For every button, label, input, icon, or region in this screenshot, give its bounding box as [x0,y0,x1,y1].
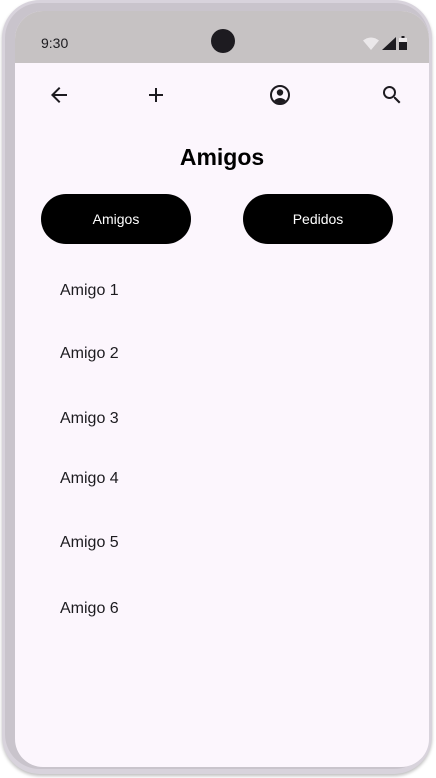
friend-list-item[interactable]: Amigo 1 [60,282,119,300]
status-time: 9:30 [41,35,69,51]
camera-cutout [211,29,235,53]
tab-amigos-label: Amigos [92,211,140,227]
friend-list-item[interactable]: Amigo 3 [60,410,119,428]
back-arrow-icon[interactable] [47,83,71,107]
friend-list-item[interactable]: Amigo 5 [60,534,119,552]
add-icon[interactable] [144,83,168,107]
device-bezel: 9:30 Amigos Amigos Pedidos Amigo 1 Amigo… [5,3,429,769]
status-icons [363,36,407,50]
device-frame: 9:30 Amigos Amigos Pedidos Amigo 1 Amigo… [2,0,432,774]
friend-list-item[interactable]: Amigo 4 [60,470,119,488]
screen: 9:30 Amigos Amigos Pedidos Amigo 1 Amigo… [15,11,429,767]
wifi-icon [363,37,379,50]
friend-list-item[interactable]: Amigo 2 [60,345,119,363]
account-circle-icon[interactable] [268,83,292,107]
status-bar: 9:30 [15,11,429,63]
search-icon[interactable] [380,83,404,107]
cell-signal-icon [382,37,396,50]
page-title: Amigos [179,144,265,170]
tab-pedidos-button[interactable]: Pedidos [243,194,393,244]
battery-icon [399,36,407,50]
tab-pedidos-label: Pedidos [292,211,344,227]
friend-list-item[interactable]: Amigo 6 [60,600,119,618]
tab-amigos-button[interactable]: Amigos [41,194,191,244]
